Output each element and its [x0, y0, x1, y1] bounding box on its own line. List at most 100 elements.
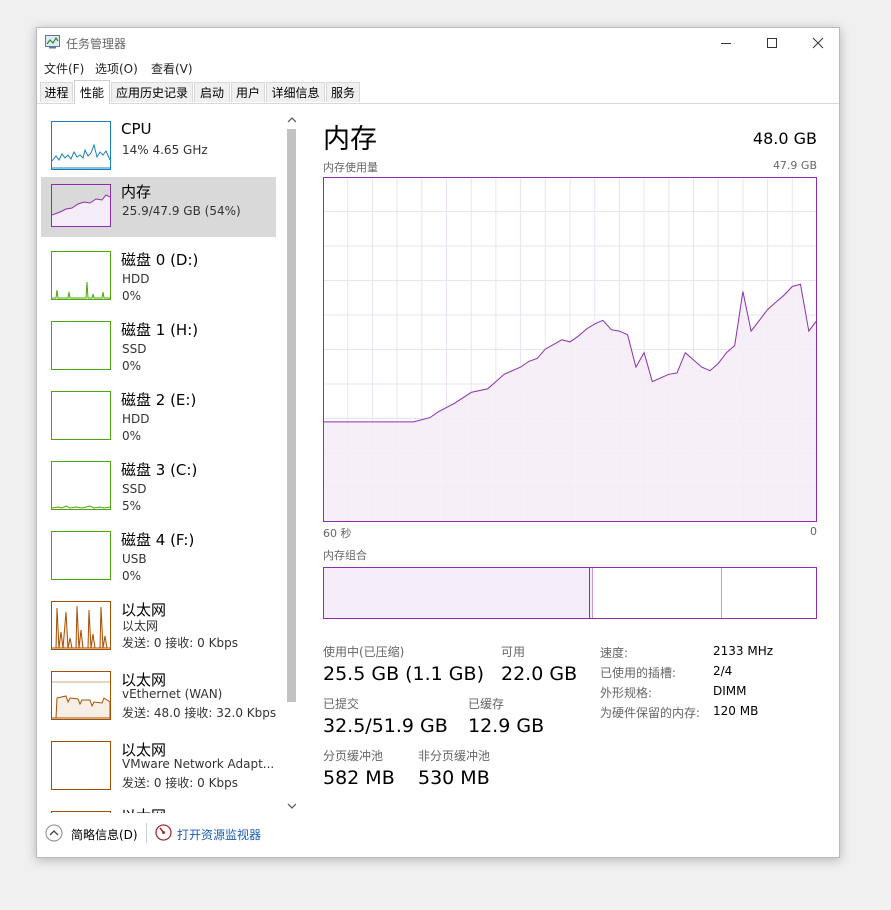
- hardware-reserved-label: 为硬件保留的内存:: [600, 706, 701, 720]
- minimize-button[interactable]: [703, 28, 749, 58]
- menu-options[interactable]: 选项(O): [95, 60, 138, 77]
- menu-bar: 文件(F) 选项(O) 查看(V): [37, 58, 839, 78]
- window-title: 任务管理器: [66, 37, 127, 51]
- disk-thumbnail-graph: [51, 391, 111, 440]
- sidebar-detail: 发送: 0 接收: 0 Kbps: [122, 636, 238, 650]
- memory-details-panel: 内存 48.0 GB 内存使用量 47.9 GB 60 秒 0 内存组合 使用中…: [321, 113, 831, 813]
- graph-max-label: 47.9 GB: [772, 159, 817, 172]
- slots-label: 已使用的插槽:: [600, 666, 677, 680]
- sidebar-subtitle: vEthernet (WAN): [122, 687, 223, 701]
- sidebar-item-ethernet-3[interactable]: 以太网 VMware Network Adapt... 发送: 0 接收: 0 …: [41, 735, 276, 795]
- scrollbar-thumb[interactable]: [287, 129, 296, 702]
- ethernet-thumbnail-graph: [51, 671, 111, 720]
- sidebar-subtitle: SSD: [122, 342, 147, 356]
- composition-in-use: [324, 568, 589, 618]
- footer-bar: 简略信息(D) 打开资源监视器: [37, 823, 839, 846]
- close-button[interactable]: [795, 28, 841, 58]
- sidebar-subtitle: SSD: [122, 482, 147, 496]
- sidebar-item-ethernet-1[interactable]: 以太网 以太网 发送: 0 接收: 0 Kbps: [41, 595, 276, 655]
- disk-thumbnail-graph: [51, 461, 111, 510]
- open-resource-monitor-link[interactable]: 打开资源监视器: [177, 826, 261, 843]
- sidebar-subtitle: VMware Network Adapt...: [122, 757, 275, 771]
- committed-value: 32.5/51.9 GB: [323, 715, 448, 737]
- maximize-button[interactable]: [749, 28, 795, 58]
- tab-startup[interactable]: 启动: [194, 82, 230, 102]
- tab-processes[interactable]: 进程: [40, 82, 73, 102]
- graph-time-end: 0: [810, 525, 817, 538]
- title-bar: 任务管理器: [37, 28, 839, 58]
- graph-label: 内存使用量: [323, 161, 378, 174]
- form-factor-label: 外形规格:: [600, 686, 653, 700]
- sidebar-subtitle: 25.9/47.9 GB (54%): [122, 204, 241, 218]
- speed-value: 2133 MHz: [713, 644, 774, 658]
- page-title: 内存: [323, 124, 377, 155]
- maximize-icon: [767, 38, 777, 48]
- sidebar-subtitle: USB: [122, 552, 147, 566]
- ethernet-thumbnail-graph: [51, 601, 111, 650]
- chevron-up-icon[interactable]: [45, 824, 63, 842]
- tab-users[interactable]: 用户: [231, 82, 265, 102]
- sidebar-scrollbar[interactable]: [284, 113, 296, 813]
- task-manager-icon: [45, 35, 60, 49]
- scroll-down-icon[interactable]: [287, 802, 296, 810]
- sidebar-item-disk-3[interactable]: 磁盘 3 (C:) SSD 5%: [41, 455, 276, 515]
- sidebar-detail: 5%: [122, 499, 142, 513]
- cached-value: 12.9 GB: [468, 715, 545, 737]
- in-use-value: 25.5 GB (1.1 GB): [323, 663, 484, 685]
- sidebar-title: 内存: [121, 183, 152, 201]
- nonpaged-pool-label: 非分页缓冲池: [418, 749, 491, 763]
- footer-divider: [146, 823, 147, 843]
- close-icon: [812, 37, 824, 49]
- in-use-label: 使用中(已压缩): [323, 645, 405, 659]
- sidebar-title: 磁盘 2 (E:): [121, 391, 197, 409]
- disk-thumbnail-graph: [51, 531, 111, 580]
- tab-performance[interactable]: 性能: [74, 80, 110, 104]
- sidebar-detail: 0%: [122, 359, 142, 373]
- sidebar-title: 磁盘 3 (C:): [121, 461, 198, 479]
- sidebar-title: 磁盘 0 (D:): [121, 251, 199, 269]
- sidebar-item-disk-0[interactable]: 磁盘 0 (D:) HDD 0%: [41, 245, 276, 305]
- slots-value: 2/4: [713, 664, 733, 678]
- task-manager-window: 任务管理器 文件(F) 选项(O) 查看(V) 进程 性能 应用历史记录 启动 …: [36, 27, 840, 858]
- tab-details[interactable]: 详细信息: [266, 82, 325, 102]
- sidebar-title: CPU: [121, 120, 152, 138]
- memory-composition-bar: [323, 567, 817, 619]
- scroll-up-icon[interactable]: [287, 116, 296, 124]
- speed-label: 速度:: [600, 646, 629, 660]
- sidebar-subtitle: 14% 4.65 GHz: [122, 143, 208, 157]
- sidebar-title: 磁盘 1 (H:): [121, 321, 199, 339]
- ethernet-thumbnail-graph: [51, 811, 111, 813]
- sidebar-subtitle: HDD: [122, 412, 150, 426]
- disk-thumbnail-graph: [51, 251, 111, 300]
- sidebar-item-disk-2[interactable]: 磁盘 2 (E:) HDD 0%: [41, 385, 276, 445]
- tab-bar: 进程 性能 应用历史记录 启动 用户 详细信息 服务: [37, 80, 839, 104]
- resource-monitor-icon: [155, 824, 172, 841]
- sidebar-detail: 发送: 48.0 接收: 32.0 Kbps: [122, 706, 277, 720]
- cpu-thumbnail-graph: [51, 121, 111, 170]
- form-factor-value: DIMM: [713, 684, 747, 698]
- fewer-details-button[interactable]: 简略信息(D): [71, 826, 138, 843]
- sidebar-item-ethernet-2[interactable]: 以太网 vEthernet (WAN) 发送: 48.0 接收: 32.0 Kb…: [41, 665, 276, 725]
- sidebar-item-disk-4[interactable]: 磁盘 4 (F:) USB 0%: [41, 525, 276, 585]
- sidebar-item-cpu[interactable]: CPU 14% 4.65 GHz: [41, 118, 276, 178]
- total-memory: 48.0 GB: [752, 129, 817, 148]
- available-value: 22.0 GB: [501, 663, 578, 685]
- available-label: 可用: [501, 645, 526, 659]
- sidebar-item-ethernet-4[interactable]: 以太网: [41, 805, 276, 813]
- composition-label: 内存组合: [323, 549, 367, 562]
- memory-usage-chart: [323, 177, 817, 522]
- sidebar-detail: 0%: [122, 289, 142, 303]
- sidebar-item-disk-1[interactable]: 磁盘 1 (H:) SSD 0%: [41, 315, 276, 375]
- sidebar-subtitle: HDD: [122, 272, 150, 286]
- sidebar-detail: 发送: 0 接收: 0 Kbps: [122, 776, 238, 790]
- tab-app-history[interactable]: 应用历史记录: [111, 82, 193, 102]
- paged-pool-label: 分页缓冲池: [323, 749, 384, 763]
- graph-time-start: 60 秒: [323, 527, 352, 540]
- tab-services[interactable]: 服务: [326, 82, 360, 102]
- menu-view[interactable]: 查看(V): [151, 60, 193, 77]
- menu-file[interactable]: 文件(F): [44, 60, 84, 77]
- sidebar-item-memory[interactable]: 内存 25.9/47.9 GB (54%): [41, 177, 276, 237]
- cached-label: 已缓存: [468, 697, 505, 711]
- disk-thumbnail-graph: [51, 321, 111, 370]
- hardware-reserved-value: 120 MB: [713, 704, 759, 718]
